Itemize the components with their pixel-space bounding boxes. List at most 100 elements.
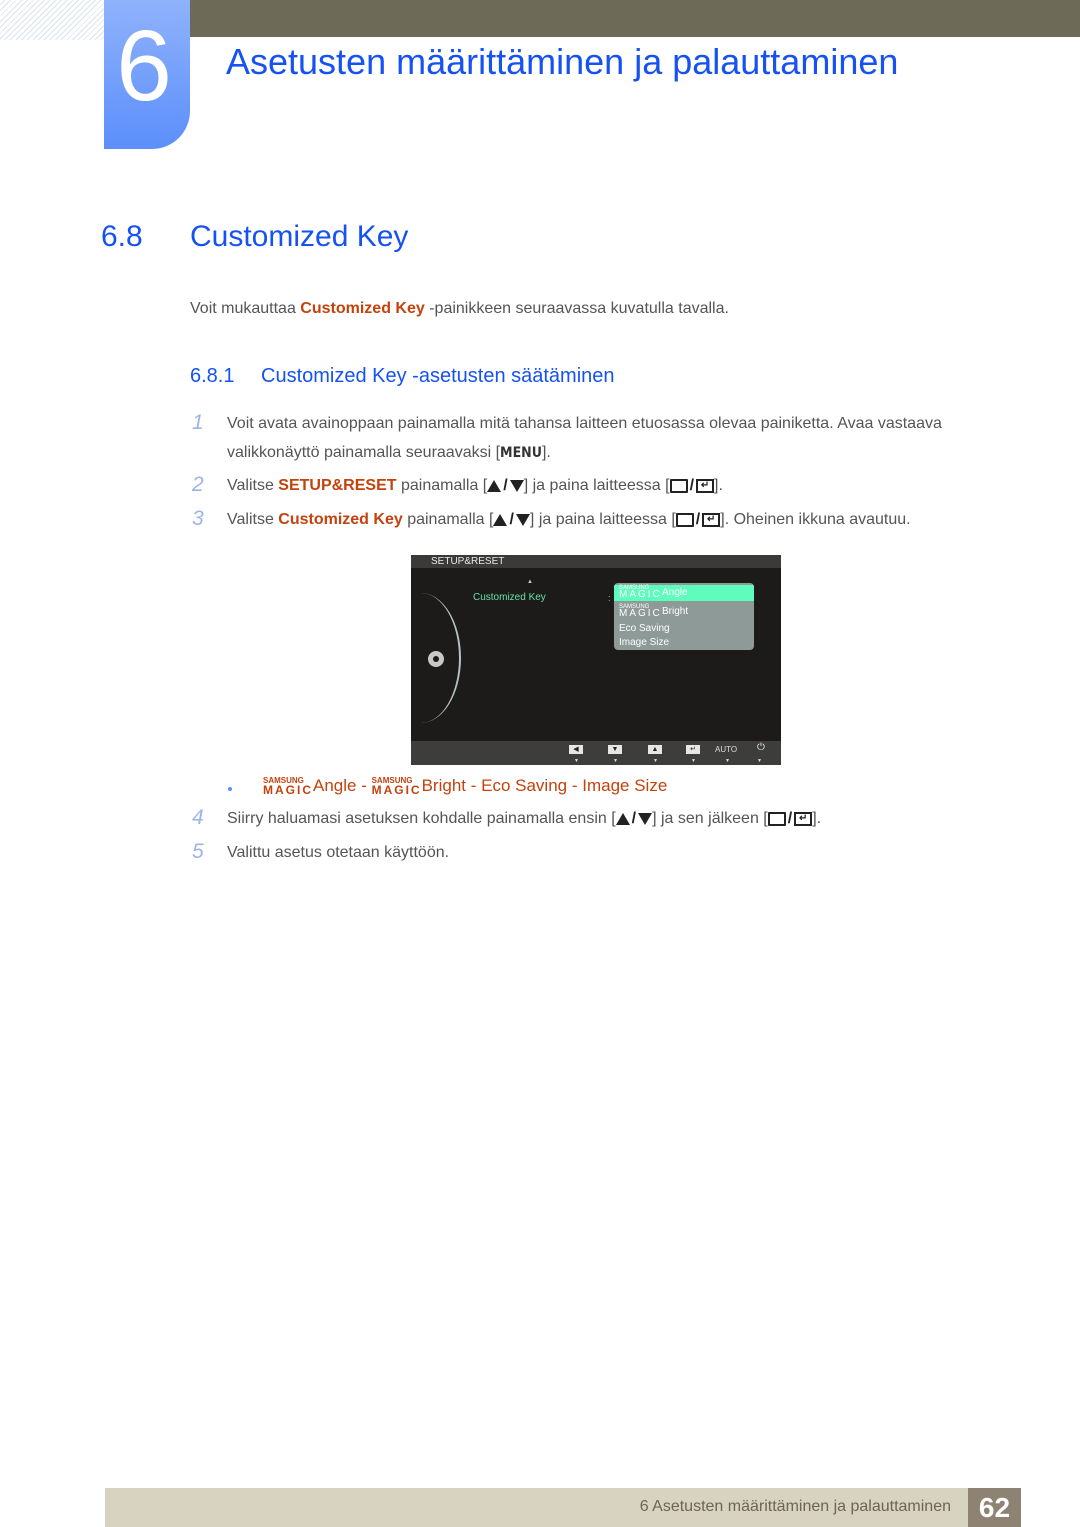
up-arrow-icon xyxy=(615,812,630,825)
header-hatch-decoration xyxy=(0,0,104,40)
marker-icon: ▼ xyxy=(653,758,658,764)
enter-icon: ↵ xyxy=(794,811,813,826)
step-text: painamalla [ xyxy=(396,477,488,494)
power-icon: ⏻ xyxy=(757,742,765,753)
step-text: painamalla [ xyxy=(402,511,494,528)
intro-text-post: -painikkeen seuraavassa kuvatulla tavall… xyxy=(424,300,729,317)
marker-icon: ▼ xyxy=(691,758,696,764)
osd-colon: : xyxy=(608,593,611,603)
brand-bottom: MAGIC xyxy=(619,589,662,600)
separator: - xyxy=(567,776,583,795)
step-text: ] ja sen jälkeen [ xyxy=(652,810,768,827)
osd-menu-item: Customized Key xyxy=(473,592,546,603)
marker-icon: ▼ xyxy=(725,758,730,764)
step-number: 2 xyxy=(192,473,204,496)
up-icon: ▲ xyxy=(648,745,662,754)
source-icon xyxy=(675,512,694,527)
osd-menu-screenshot: SETUP&RESET ▲ Customized Key : SAMSUNG MA… xyxy=(411,555,781,765)
step-number: 4 xyxy=(192,806,204,829)
subsection-number: 6.8.1 xyxy=(190,365,235,387)
option-bright: Bright xyxy=(421,776,467,795)
source-icon xyxy=(669,478,688,493)
customized-key-highlight: Customized Key xyxy=(278,511,403,528)
intro-highlight: Customized Key xyxy=(300,300,425,317)
option-angle: Angle xyxy=(313,776,357,795)
left-icon: ◀ xyxy=(569,745,583,754)
samsung-magic-logo: SAMSUNG MAGIC xyxy=(619,585,662,600)
osd-option-angle: SAMSUNG MAGIC Angle xyxy=(614,585,754,601)
osd-option-image-size: Image Size xyxy=(619,637,670,648)
option-label: Angle xyxy=(662,587,688,598)
step-text: ]. Oheinen ikkuna avautuu. xyxy=(720,511,911,528)
step-text: ]. xyxy=(541,444,551,461)
step-text: Valitse SETUP&RESET painamalla [ / ] ja pa… xyxy=(227,475,723,497)
option-image-size: Image Size xyxy=(582,776,668,795)
subsection-title: Customized Key -asetusten säätäminen xyxy=(261,365,615,387)
separator: - xyxy=(466,776,482,795)
step-number: 3 xyxy=(192,507,204,530)
page-footer: 6 Asetusten määrittäminen ja palauttamin… xyxy=(105,1488,1021,1527)
chapter-title: Asetusten määrittäminen ja palauttaminen xyxy=(226,41,899,82)
brand-bottom: MAGIC xyxy=(619,608,662,619)
samsung-magic-logo: SAMSUNG MAGIC xyxy=(372,774,422,797)
section-intro: Voit mukauttaa Customized Key -painikkee… xyxy=(190,298,729,320)
samsung-magic-logo: SAMSUNG MAGIC xyxy=(619,604,662,619)
up-arrow-icon xyxy=(493,513,508,526)
down-arrow-icon xyxy=(638,812,653,825)
footer-chapter-title: 6 Asetusten määrittäminen ja palauttamin… xyxy=(639,1498,951,1515)
menu-key: MENU xyxy=(500,445,542,461)
step-text: Valitse xyxy=(227,511,279,528)
step-text: Valittu asetus otetaan käyttöön. xyxy=(227,844,450,861)
step-text: Siirry haluamasi asetuksen kohdalle pain… xyxy=(227,808,821,830)
enter-icon: ↵ xyxy=(696,478,715,493)
options-list: SAMSUNG MAGIC Angle - SAMSUNG MAGIC Bright -… xyxy=(263,774,667,798)
bullet-icon xyxy=(228,787,232,791)
option-eco-saving: Eco Saving xyxy=(481,776,568,795)
option-label: Bright xyxy=(662,606,689,617)
osd-button-bar: ◀ ▼ ▲ ↵ AUTO ⏻ ▼ ▼ ▼ ▼ ▼ ▼ xyxy=(411,741,781,765)
page-number: 62 xyxy=(968,1488,1021,1527)
down-arrow-icon xyxy=(509,479,524,492)
setup-reset-highlight: SETUP&RESET xyxy=(278,477,397,494)
step-text: ] ja paina laitteessa [ xyxy=(529,511,676,528)
marker-icon: ▼ xyxy=(757,758,762,764)
gear-icon xyxy=(428,651,444,667)
step-text: ] ja paina laitteessa [ xyxy=(523,477,670,494)
slash: / xyxy=(503,477,508,494)
slash: / xyxy=(509,511,514,528)
osd-arc-decoration xyxy=(381,593,461,723)
step-text: ]. xyxy=(714,477,723,494)
step-number: 1 xyxy=(192,411,204,434)
slash: / xyxy=(787,810,793,827)
step-text: ]. xyxy=(812,810,822,827)
slash: / xyxy=(695,511,701,528)
chapter-tab: 6 xyxy=(104,0,190,149)
step-text: Voit avata avainoppaan painamalla mitä t… xyxy=(227,415,942,432)
enter-icon: ↵ xyxy=(686,745,700,754)
osd-options-popup: SAMSUNG MAGIC Angle SAMSUNG MAGIC Bright Eco… xyxy=(614,583,754,650)
slash: / xyxy=(689,477,695,494)
up-arrow-icon xyxy=(487,479,502,492)
samsung-magic-logo: SAMSUNG MAGIC xyxy=(263,774,313,797)
header-bar xyxy=(190,0,1080,37)
osd-up-arrow-icon: ▲ xyxy=(527,579,533,585)
step-text: Siirry haluamasi asetuksen kohdalle pain… xyxy=(227,810,616,827)
intro-text: Voit mukauttaa xyxy=(190,300,301,317)
step-text: Valitse Customized Key painamalla [ / ] ja… xyxy=(227,509,911,531)
step-text-cont: valikkonäyttö painamalla seuraavaksi [ME… xyxy=(227,442,551,464)
step-number: 5 xyxy=(192,840,204,863)
down-arrow-icon xyxy=(515,513,530,526)
marker-icon: ▼ xyxy=(613,758,618,764)
enter-icon: ↵ xyxy=(702,512,721,527)
osd-header: SETUP&RESET xyxy=(411,555,781,568)
chapter-number: 6 xyxy=(116,10,172,122)
osd-option-bright: SAMSUNG MAGIC Bright xyxy=(614,604,754,620)
source-icon xyxy=(767,811,786,826)
section-title: Customized Key xyxy=(190,220,409,253)
down-icon: ▼ xyxy=(608,745,622,754)
auto-button: AUTO xyxy=(715,745,738,754)
slash: / xyxy=(631,810,637,827)
step-text: Valitse xyxy=(227,477,279,494)
osd-header-label: SETUP&RESET xyxy=(431,556,505,567)
separator: - xyxy=(356,776,372,795)
